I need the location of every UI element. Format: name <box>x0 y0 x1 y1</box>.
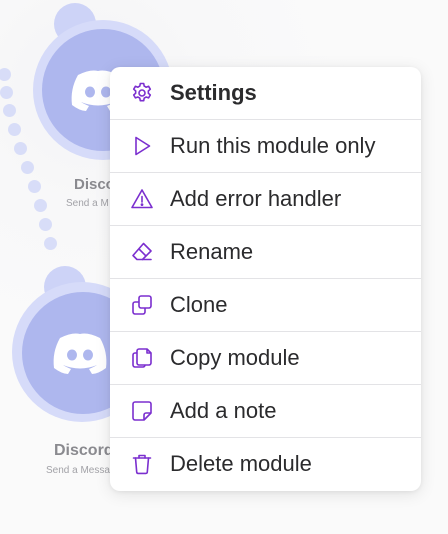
menu-item-rename[interactable]: Rename <box>110 226 421 278</box>
menu-item-label: Delete module <box>170 451 312 476</box>
menu-item-label: Rename <box>170 239 254 264</box>
play-icon <box>129 133 155 159</box>
menu-item-label: Settings <box>170 80 257 105</box>
note-icon <box>129 398 155 424</box>
menu-item-label: Copy module <box>170 345 300 370</box>
menu-item-run-module-only[interactable]: Run this module only <box>110 120 421 172</box>
module-context-menu: Settings Run this module only Add error … <box>110 67 421 491</box>
menu-item-clone[interactable]: Clone <box>110 279 421 331</box>
module-subtitle: Send a M <box>66 198 109 209</box>
menu-item-label: Clone <box>170 292 228 317</box>
module-subtitle: Send a Messa <box>46 465 110 476</box>
connector-dot <box>44 237 57 250</box>
eraser-icon <box>129 239 155 265</box>
copy-icon <box>129 345 155 371</box>
discord-logo-icon <box>53 333 107 374</box>
menu-item-label: Add error handler <box>170 186 342 211</box>
menu-item-add-note[interactable]: Add a note <box>110 385 421 437</box>
menu-item-settings[interactable]: Settings <box>110 67 421 119</box>
menu-item-copy-module[interactable]: Copy module <box>110 332 421 384</box>
clone-icon <box>129 292 155 318</box>
connector-dot <box>39 218 52 231</box>
menu-item-label: Run this module only <box>170 133 376 158</box>
trash-icon <box>129 451 155 477</box>
menu-item-add-error-handler[interactable]: Add error handler <box>110 173 421 225</box>
menu-item-label: Add a note <box>170 398 277 423</box>
warning-icon <box>129 186 155 212</box>
menu-item-delete-module[interactable]: Delete module <box>110 438 421 490</box>
gear-icon <box>129 80 155 106</box>
module-title: Disco <box>74 176 115 193</box>
module-title: Discord <box>54 442 114 459</box>
